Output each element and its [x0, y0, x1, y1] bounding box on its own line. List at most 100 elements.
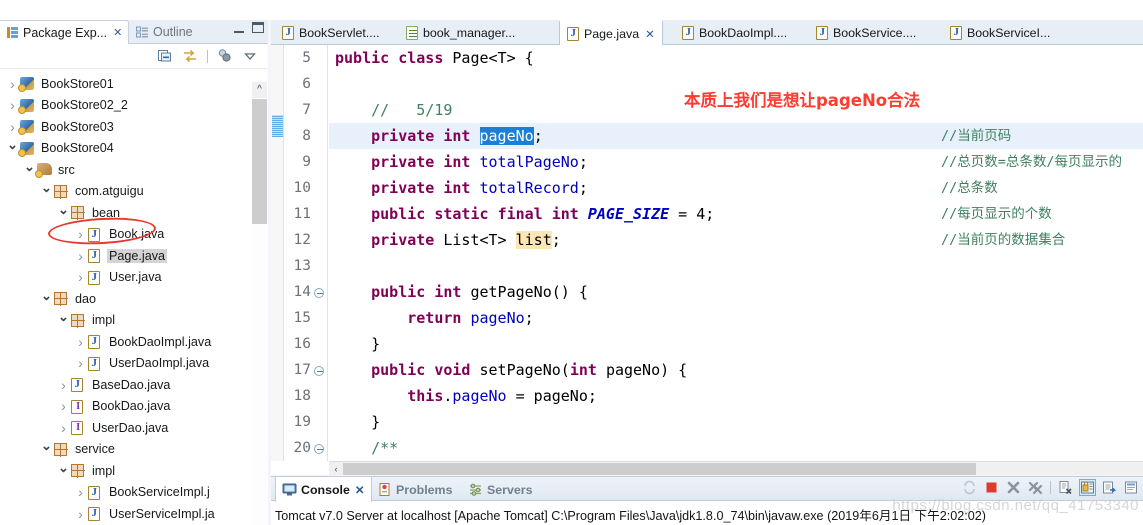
tree-item-bookstore02_2[interactable]: BookStore02_2 [0, 95, 246, 117]
tree-expand-arrow[interactable] [6, 76, 19, 92]
maximize-icon[interactable] [252, 22, 264, 33]
code-line[interactable]: public void setPageNo(int pageNo) { [329, 357, 1143, 383]
tree-vertical-scrollbar[interactable]: ^ [252, 82, 267, 525]
tree-item-page-java[interactable]: Page.java [0, 245, 246, 267]
tree-item-userdao-java[interactable]: UserDao.java [0, 417, 246, 439]
editor-area: BookServlet.... book_manager... Page.java ✕… [271, 20, 1143, 475]
fold-collapse-icon[interactable] [313, 279, 325, 305]
close-icon[interactable]: ✕ [645, 27, 655, 41]
tree-expand-arrow[interactable] [6, 140, 19, 156]
link-with-editor-icon[interactable] [182, 48, 198, 64]
scroll-lock-icon[interactable] [1079, 479, 1096, 496]
view-menu-filter-icon[interactable] [217, 48, 233, 64]
editor-tab-label: book_manager... [423, 25, 516, 40]
tree-item-src[interactable]: src [0, 159, 246, 181]
tree-expand-arrow[interactable] [74, 334, 87, 350]
tree-item-bookdao-java[interactable]: BookDao.java [0, 396, 246, 418]
code-line[interactable]: /** [329, 435, 1143, 461]
trailing-comment: //总页数=总条数/每页显示的 [941, 154, 1123, 170]
view-menu-icon[interactable] [242, 48, 258, 64]
tree-expand-arrow[interactable] [40, 183, 53, 199]
editor-tab-bookservice----[interactable]: BookService.... [809, 20, 923, 45]
package-icon [70, 463, 87, 479]
collapse-all-icon[interactable] [157, 48, 173, 64]
tree-item-bookserviceimpl-j[interactable]: BookServiceImpl.j [0, 482, 246, 504]
refresh-icon[interactable] [962, 480, 977, 495]
project-tree[interactable]: BookStore01 BookStore02_2 BookStore03 BookS… [0, 69, 246, 525]
pin-console-icon[interactable] [1102, 480, 1117, 495]
display-console-icon[interactable] [1124, 480, 1139, 495]
code-line[interactable]: } [329, 331, 1143, 357]
hscrollbar-thumb[interactable] [343, 463, 976, 475]
tree-item-label: Page.java [107, 248, 168, 263]
tree-item-dao[interactable]: dao [0, 288, 246, 310]
scroll-up-arrow[interactable]: ^ [252, 82, 267, 98]
tree-item-com-atguigu[interactable]: com.atguigu [0, 181, 246, 203]
scrollbar-thumb[interactable] [252, 99, 267, 224]
code-editor[interactable]: 5 6 7 8 9 10 11 12 13 14 15 16 17 18 19 20 public class… [271, 45, 1143, 475]
editor-tab-bookservlet----[interactable]: BookServlet.... [275, 20, 387, 45]
tab-servers[interactable]: Servers [468, 477, 532, 502]
terminate-icon[interactable] [984, 480, 999, 495]
tree-item-bookstore04[interactable]: BookStore04 [0, 138, 246, 160]
tree-expand-arrow[interactable] [57, 398, 70, 414]
tree-expand-arrow[interactable] [74, 248, 87, 264]
tree-expand-arrow[interactable] [74, 269, 87, 285]
tree-item-userserviceimpl-ja[interactable]: UserServiceImpl.ja [0, 503, 246, 525]
tab-problems[interactable]: Problems [377, 477, 452, 502]
code-line[interactable]: public class Page<T> { [329, 45, 1143, 71]
tree-item-user-java[interactable]: User.java [0, 267, 246, 289]
tree-expand-arrow[interactable] [6, 97, 19, 113]
tab-package-explorer[interactable]: Package Exp... ✕ [0, 20, 130, 44]
java-file-icon [87, 506, 104, 522]
close-icon[interactable]: ✕ [113, 26, 122, 39]
tree-expand-arrow[interactable] [40, 291, 53, 307]
code-text-area[interactable]: public class Page<T> { // 5/19 private i… [329, 45, 1143, 461]
remove-all-icon[interactable] [1028, 480, 1043, 495]
fold-collapse-icon[interactable] [313, 357, 325, 383]
code-token: /** [371, 439, 399, 457]
minimize-icon[interactable] [234, 23, 244, 33]
clear-console-icon[interactable] [1058, 480, 1073, 495]
tree-item-bookstore01[interactable]: BookStore01 [0, 73, 246, 95]
tree-expand-arrow[interactable] [74, 355, 87, 371]
tab-outline[interactable]: Outline [130, 20, 199, 44]
tree-item-userdaoimpl-java[interactable]: UserDaoImpl.java [0, 353, 246, 375]
tree-expand-arrow[interactable] [74, 484, 87, 500]
code-line[interactable]: this.pageNo = pageNo; [329, 383, 1143, 409]
tree-item-bookstore03[interactable]: BookStore03 [0, 116, 246, 138]
tree-expand-arrow[interactable] [23, 162, 36, 178]
java-file-icon [87, 356, 104, 371]
tree-expand-arrow[interactable] [57, 420, 70, 436]
code-line[interactable] [329, 253, 1143, 279]
tree-item-service[interactable]: service [0, 439, 246, 461]
fold-collapse-icon[interactable] [313, 435, 325, 461]
tree-item-basedao-java[interactable]: BaseDao.java [0, 374, 246, 396]
tree-expand-arrow[interactable] [57, 312, 70, 328]
tree-expand-arrow[interactable] [74, 506, 87, 522]
tree-expand-arrow[interactable] [57, 463, 70, 479]
tab-console[interactable]: Console ✕ [275, 477, 372, 502]
code-line[interactable]: return pageNo; [329, 305, 1143, 331]
tree-item-impl[interactable]: impl [0, 310, 246, 332]
scroll-left-arrow[interactable]: ‹ [329, 462, 343, 475]
tree-item-impl[interactable]: impl [0, 460, 246, 482]
editor-tab-bookdaoimpl----[interactable]: BookDaoImpl.... [675, 20, 794, 45]
editor-horizontal-scrollbar[interactable]: ‹ [329, 461, 1143, 475]
code-line[interactable]: private int totalRecord; [329, 175, 1143, 201]
editor-tab-page-java[interactable]: Page.java ✕ [559, 20, 663, 45]
tree-expand-arrow[interactable] [40, 441, 53, 457]
editor-tab-book_manager---[interactable]: book_manager... [399, 20, 522, 45]
code-line[interactable]: } [329, 409, 1143, 435]
code-line[interactable]: private int pageNo; [329, 123, 1143, 149]
tree-expand-arrow[interactable] [6, 119, 19, 135]
remove-launch-icon[interactable] [1006, 480, 1021, 495]
editor-tab-bookservicei---[interactable]: BookServiceI... [943, 20, 1057, 45]
tree-item-bookdaoimpl-java[interactable]: BookDaoImpl.java [0, 331, 246, 353]
tree-expand-arrow[interactable] [57, 205, 70, 221]
tree-expand-arrow[interactable] [57, 377, 70, 393]
close-icon[interactable]: ✕ [355, 483, 365, 497]
code-line[interactable]: public int getPageNo() { [329, 279, 1143, 305]
